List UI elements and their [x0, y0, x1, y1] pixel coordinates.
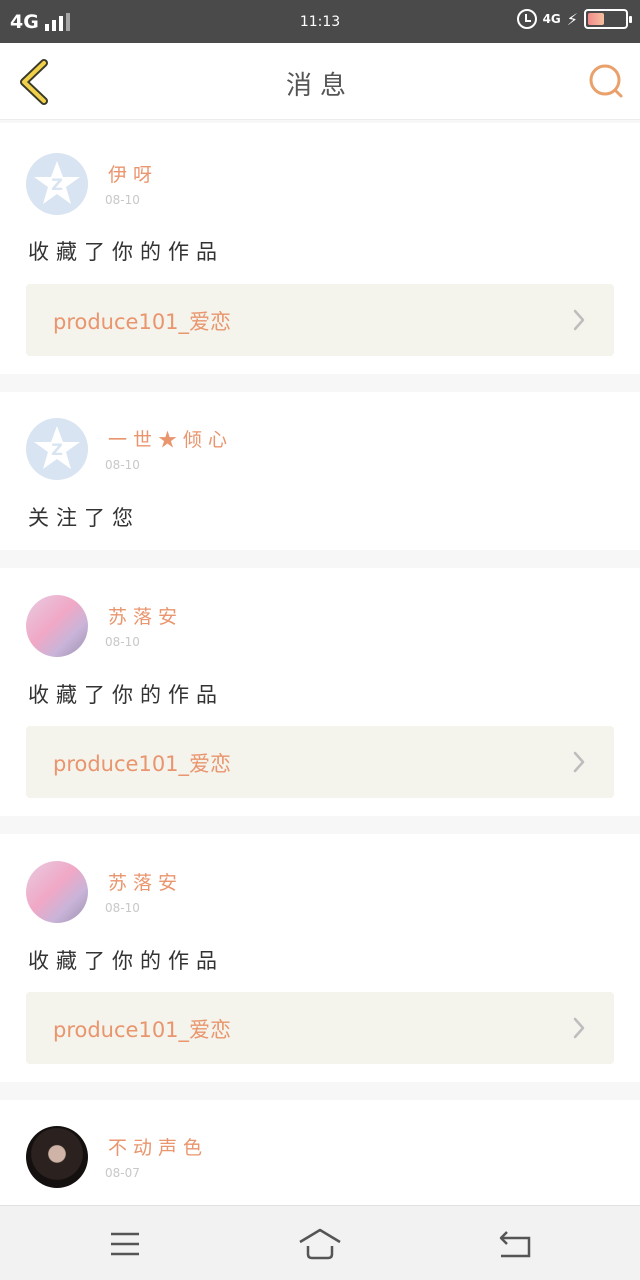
message-card[interactable]: Z 一世★倾心 08-10 关注了您 — [0, 392, 640, 550]
avatar[interactable]: Z — [26, 418, 88, 480]
avatar[interactable] — [26, 861, 88, 923]
avatar[interactable]: Z — [26, 153, 88, 215]
message-text: 收藏了你的作品 — [28, 683, 224, 707]
home-icon[interactable] — [298, 1224, 342, 1264]
chevron-right-icon — [573, 1017, 585, 1039]
message-text: 收藏了你的作品 — [28, 949, 224, 973]
alarm-icon — [516, 9, 537, 29]
sender-name[interactable]: 不动声色 — [108, 1133, 208, 1160]
work-link[interactable]: produce101_爱恋 — [26, 992, 614, 1064]
message-card[interactable]: 苏落安 08-10 收藏了你的作品 produce101_爱恋 — [0, 568, 640, 816]
work-title: produce101_爱恋 — [53, 310, 232, 334]
page-title: 消息 — [285, 71, 354, 101]
work-link[interactable]: produce101_爱恋 — [26, 726, 614, 798]
message-date: 08-10 — [105, 901, 140, 915]
back-icon[interactable] — [493, 1224, 537, 1264]
chevron-right-icon — [573, 751, 585, 773]
work-title: produce101_爱恋 — [53, 1018, 232, 1042]
svg-text:Z: Z — [51, 440, 63, 459]
network-right-label: 4G — [542, 12, 561, 26]
avatar[interactable] — [26, 595, 88, 657]
avatar[interactable] — [26, 1126, 88, 1188]
message-date: 08-10 — [105, 458, 140, 472]
qq-star-icon: Z — [34, 161, 80, 204]
battery-icon — [584, 9, 632, 29]
work-title: produce101_爱恋 — [53, 752, 232, 776]
message-card[interactable]: 苏落安 08-10 收藏了你的作品 produce101_爱恋 — [0, 834, 640, 1082]
sender-name[interactable]: 苏落安 — [108, 602, 183, 629]
sender-name[interactable]: 苏落安 — [108, 868, 183, 895]
sender-name[interactable]: 伊呀 — [108, 160, 158, 187]
message-card[interactable]: 不动声色 08-07 — [0, 1100, 640, 1220]
svg-text:Z: Z — [51, 175, 63, 194]
menu-icon[interactable] — [103, 1224, 147, 1264]
status-right: 4G ⚡ — [516, 9, 632, 29]
sender-name[interactable]: 一世★倾心 — [108, 425, 233, 452]
message-date: 08-10 — [105, 635, 140, 649]
status-bar: 4G 11:13 4G ⚡ — [0, 0, 640, 43]
search-icon[interactable] — [588, 63, 624, 99]
message-text: 收藏了你的作品 — [28, 240, 224, 264]
lightning-icon: ⚡ — [566, 9, 578, 29]
message-date: 08-07 — [105, 1166, 140, 1180]
app-header: 消息 — [0, 43, 640, 120]
work-link[interactable]: produce101_爱恋 — [26, 284, 614, 356]
qq-star-icon: Z — [34, 426, 80, 469]
chevron-right-icon — [573, 309, 585, 331]
message-date: 08-10 — [105, 193, 140, 207]
system-nav-bar — [0, 1205, 640, 1280]
message-text: 关注了您 — [28, 506, 140, 530]
message-card[interactable]: Z 伊呀 08-10 收藏了你的作品 produce101_爱恋 — [0, 123, 640, 374]
message-list: Z 伊呀 08-10 收藏了你的作品 produce101_爱恋 Z 一世★倾心… — [0, 123, 640, 1238]
